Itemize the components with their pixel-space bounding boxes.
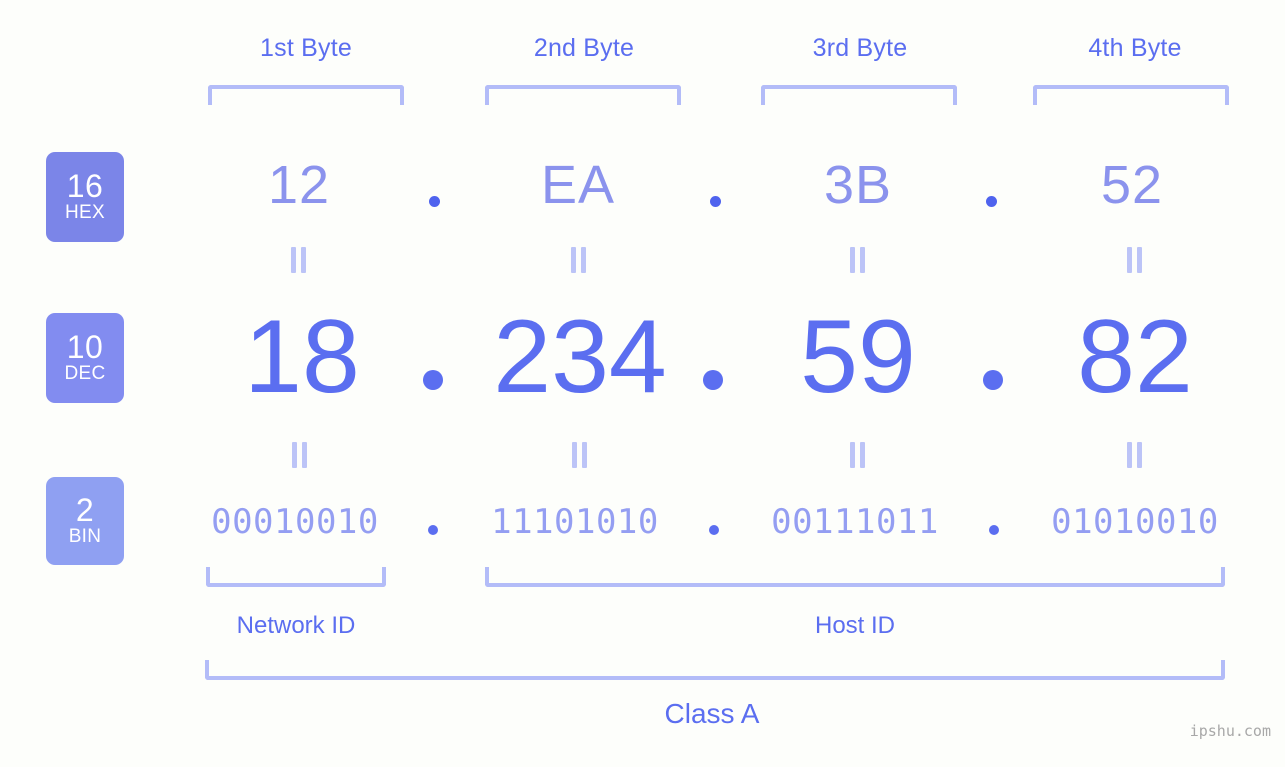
base-badge-dec-number: 10 [66,328,104,365]
bin-separator-dot-2 [709,525,719,535]
bin-octet-1: 00010010 [211,502,379,542]
equality-mark-dec-bin-1 [291,442,309,468]
watermark: ipshu.com [1189,722,1271,740]
byte-header-label-1: 1st Byte [260,34,352,62]
equality-mark-dec-bin-3 [849,442,867,468]
hex-separator-dot-2 [710,196,721,207]
base-badge-dec: 10 DEC [46,313,124,403]
bin-octet-3: 00111011 [771,502,939,542]
hex-octet-3: 3B [823,155,893,215]
equality-mark-hex-dec-1 [290,247,308,273]
bin-separator-dot-3 [989,525,999,535]
equality-mark-hex-dec-2 [570,247,588,273]
byte-bracket-3 [761,85,957,105]
dec-separator-dot-3 [983,370,1003,390]
equality-mark-dec-bin-4 [1126,442,1144,468]
host-id-label: Host ID [814,612,895,639]
dec-separator-dot-2 [703,370,723,390]
byte-bracket-1 [208,85,404,105]
byte-bracket-2 [485,85,681,105]
dec-octet-1: 18 [244,299,360,415]
dec-octet-3: 59 [800,299,916,415]
base-badge-hex-name: HEX [65,202,105,224]
hex-separator-dot-1 [429,196,440,207]
base-badge-hex: 16 HEX [46,152,124,242]
bin-octet-4: 01010010 [1051,502,1219,542]
bin-octet-2: 11101010 [491,502,659,542]
byte-header-label-3: 3rd Byte [812,34,908,62]
host-id-bracket [485,567,1225,587]
class-label: Class A [664,698,760,729]
byte-bracket-4 [1033,85,1229,105]
dec-octet-2: 234 [493,299,667,415]
equality-mark-hex-dec-3 [849,247,867,273]
hex-octet-1: 12 [267,155,331,215]
base-badge-bin-name: BIN [68,526,102,548]
equality-mark-hex-dec-4 [1126,247,1144,273]
dec-octet-4: 82 [1077,299,1193,415]
byte-header-label-2: 2nd Byte [533,34,635,62]
byte-header-label-4: 4th Byte [1088,34,1182,62]
network-id-bracket [206,567,386,587]
base-badge-hex-number: 16 [66,167,104,204]
class-bracket [205,660,1225,680]
base-badge-bin-number: 2 [75,491,95,528]
bin-separator-dot-1 [428,525,438,535]
network-id-label: Network ID [236,612,356,639]
base-badge-dec-name: DEC [64,363,106,385]
dec-separator-dot-1 [423,370,443,390]
hex-octet-2: EA [540,155,616,215]
equality-mark-dec-bin-2 [571,442,589,468]
hex-separator-dot-3 [986,196,997,207]
base-badge-bin: 2 BIN [46,477,124,565]
hex-octet-4: 52 [1100,155,1164,215]
ip-address-breakdown-diagram: 1st Byte 2nd Byte 3rd Byte 4th Byte 16 H… [0,0,1285,767]
